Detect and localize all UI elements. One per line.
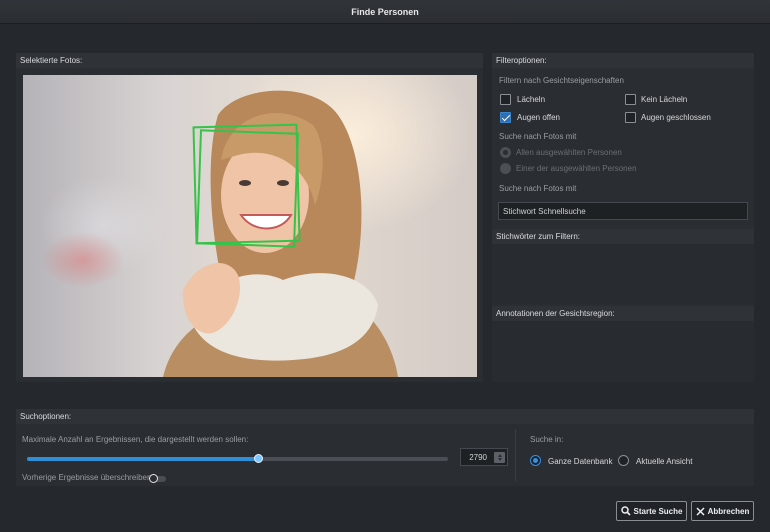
max-results-slider-thumb[interactable] <box>254 454 264 463</box>
whole-database-radio[interactable] <box>530 455 541 466</box>
title-bar: Finde Personen <box>0 0 770 24</box>
current-view-radio[interactable] <box>618 455 629 466</box>
search-icon <box>620 506 631 516</box>
annotations-list[interactable] <box>492 321 754 382</box>
photos-panel-title: Selektierte Fotos: <box>20 56 83 65</box>
current-view-label: Aktuelle Ansicht <box>636 457 693 466</box>
face-props-label: Filtern nach Gesichtseigenschaften <box>499 76 624 85</box>
max-results-slider[interactable] <box>27 454 448 463</box>
search-in-label: Suche in: <box>530 435 564 444</box>
filter-panel-header: Filteroptionen: <box>492 53 754 68</box>
keyword-quick-search-value: Stichwort Schnellsuche <box>503 206 586 216</box>
search-mode-label: Suche nach Fotos mit <box>499 132 577 141</box>
no-smile-checkbox[interactable] <box>625 94 636 105</box>
max-results-spinner[interactable] <box>494 452 505 463</box>
cancel-label: Abbrechen <box>707 506 750 516</box>
keyword-quick-search-input[interactable]: Stichwort Schnellsuche <box>498 202 748 220</box>
window-title: Finde Personen <box>351 6 419 17</box>
max-results-slider-fill <box>27 457 259 461</box>
eyes-open-checkbox[interactable] <box>500 112 511 123</box>
cancel-button[interactable]: Abbrechen <box>691 501 754 521</box>
divider <box>515 429 516 481</box>
keywords-list[interactable] <box>492 244 754 304</box>
keywords-panel-title: Stichwörter zum Filtern: <box>496 232 581 241</box>
eyes-closed-label: Augen geschlossen <box>641 113 711 122</box>
whole-database-label: Ganze Datenbank <box>548 457 613 466</box>
overwrite-toggle-knob <box>149 474 158 483</box>
search-options-title: Suchoptionen: <box>20 412 72 421</box>
search-options-header: Suchoptionen: <box>16 409 754 424</box>
max-results-value: 2790 <box>469 452 487 462</box>
no-smile-label: Kein Lächeln <box>641 95 688 104</box>
overwrite-toggle[interactable] <box>149 474 166 483</box>
any-person-label: Einer der ausgewählten Personen <box>516 164 637 173</box>
smile-checkbox[interactable] <box>500 94 511 105</box>
annotations-panel-header: Annotationen der Gesichtsregion: <box>492 306 754 321</box>
selected-photo[interactable] <box>23 75 477 377</box>
annotations-panel-title: Annotationen der Gesichtsregion: <box>496 309 615 318</box>
face-region-box-secondary[interactable] <box>196 129 299 248</box>
spin-up-icon[interactable] <box>497 454 502 457</box>
any-person-radio[interactable] <box>500 163 511 174</box>
keyword-search-label: Suche nach Fotos mit <box>499 184 577 193</box>
all-persons-radio[interactable] <box>500 147 511 158</box>
eyes-closed-checkbox[interactable] <box>625 112 636 123</box>
overwrite-label: Vorherige Ergebnisse überschreiben: <box>22 473 154 482</box>
max-results-label: Maximale Anzahl an Ergebnissen, die darg… <box>22 435 249 444</box>
start-search-button[interactable]: Starte Suche <box>616 501 687 521</box>
eyes-open-label: Augen offen <box>517 113 561 122</box>
photos-panel-header: Selektierte Fotos: <box>16 53 483 68</box>
all-persons-label: Allen ausgewählten Personen <box>516 148 622 157</box>
filter-panel-title: Filteroptionen: <box>496 56 547 65</box>
start-search-label: Starte Suche <box>633 506 683 516</box>
keywords-panel-header: Stichwörter zum Filtern: <box>492 229 754 244</box>
spin-down-icon[interactable] <box>497 458 502 461</box>
smile-label: Lächeln <box>517 95 546 104</box>
close-icon <box>696 506 705 516</box>
